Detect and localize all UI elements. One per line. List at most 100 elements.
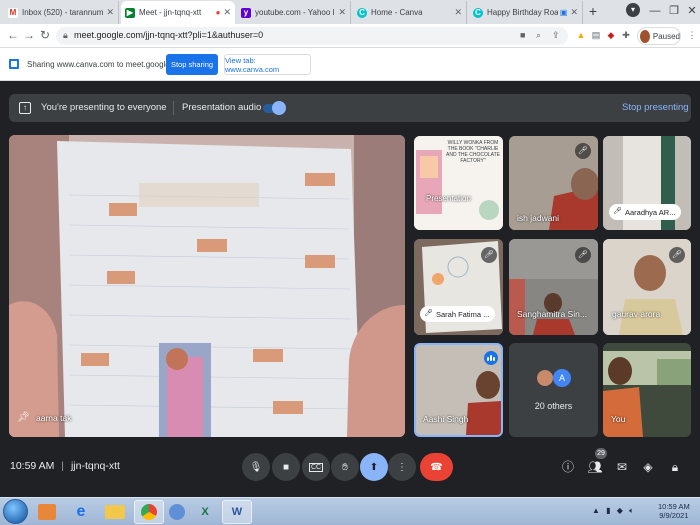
taskbar-word-icon[interactable]: W: [222, 500, 252, 524]
microphone-button[interactable]: 🎙︎: [242, 453, 270, 481]
reload-icon[interactable]: ↻: [38, 28, 52, 42]
stop-sharing-button[interactable]: Stop sharing: [166, 54, 218, 75]
new-tab-button[interactable]: +: [585, 3, 601, 19]
captions-button[interactable]: CC: [302, 453, 330, 481]
tab-search-icon[interactable]: ▾: [626, 3, 640, 17]
camera-icon: ■: [282, 461, 290, 473]
mic-off-icon: 🎤︎: [669, 247, 685, 263]
close-icon[interactable]: ✕: [106, 7, 114, 18]
separator: |: [61, 460, 65, 472]
tab-yahoo[interactable]: y youtube.com - Yahoo India Se ✕: [237, 1, 351, 24]
close-icon[interactable]: ✕: [223, 7, 231, 18]
tile-presentation[interactable]: WILLY WONKA FROM THE BOOK "CHARLIE AND T…: [414, 136, 503, 230]
taskbar-media-player-icon[interactable]: [32, 500, 62, 524]
divider: [173, 101, 174, 115]
participant-name: You: [611, 414, 626, 424]
participant-name: gaurav arora: [612, 309, 661, 319]
minimize-icon[interactable]: —: [645, 2, 665, 20]
avatar: [640, 29, 650, 43]
participant-name: Aashi Singh: [423, 414, 469, 424]
present-button[interactable]: ⬆: [360, 453, 388, 481]
taskbar-clock[interactable]: 10:59 AM 9/9/2021: [658, 502, 690, 520]
tile-gaurav-arora[interactable]: 🎤︎ gaurav arora: [603, 239, 691, 335]
forward-icon[interactable]: →: [22, 28, 36, 42]
host-controls-icon[interactable]: 🔒︎: [667, 459, 683, 475]
taskbar-chrome-alt-icon[interactable]: [162, 500, 192, 524]
hand-icon: ✋︎: [342, 461, 348, 473]
tab-title: Inbox (520) - tarannum@thei: [22, 8, 104, 17]
sharing-indicator-icon: ▣: [559, 8, 568, 17]
mic-off-icon: 🎤︎: [575, 247, 591, 263]
others-count: 20 others: [534, 401, 573, 411]
share-icon[interactable]: ⇪: [552, 30, 560, 41]
close-icon[interactable]: ✕: [338, 7, 346, 18]
pin-icon[interactable]: 📌︎: [17, 412, 30, 423]
tile-ish-jadwani[interactable]: 🎤︎ ish jadwani: [509, 136, 598, 230]
close-window-icon[interactable]: ✕: [682, 2, 700, 20]
tab-title: Home - Canva: [371, 8, 423, 17]
participant-name: Aaradhya AR...: [625, 207, 676, 217]
raise-hand-button[interactable]: ✋︎: [331, 453, 359, 481]
mic-icon: 🎤︎: [424, 310, 433, 317]
more-icon: ⋮: [397, 461, 407, 473]
participant-chip: 🎤︎ Aaradhya AR...: [609, 204, 682, 220]
tile-you[interactable]: You: [603, 343, 691, 437]
extension-icon[interactable]: ▤: [590, 29, 602, 41]
tile-sarah-fatima[interactable]: 🎤︎ 🎤︎ Sarah Fatima ...: [414, 239, 503, 335]
stop-presenting-button[interactable]: Stop presenting: [622, 102, 689, 113]
tile-aashi-singh[interactable]: Aashi Singh: [414, 343, 503, 437]
zoom-icon[interactable]: ⌕: [536, 30, 541, 41]
screen-share-icon: [9, 59, 19, 69]
leave-call-button[interactable]: ☎︎: [420, 453, 453, 481]
puzzle-icon[interactable]: ✚: [620, 29, 632, 41]
close-icon[interactable]: ✕: [570, 7, 578, 18]
tile-others[interactable]: A 20 others: [509, 343, 598, 437]
close-icon[interactable]: ✕: [454, 7, 462, 18]
activities-icon[interactable]: ◈: [640, 459, 656, 475]
tab-title: youtube.com - Yahoo India Se: [255, 8, 335, 17]
menu-icon[interactable]: ⋮: [686, 29, 698, 41]
profile-status: Paused: [652, 31, 680, 41]
tile-sanghamitra[interactable]: 🎤︎ Sanghamitra Sin...: [509, 239, 598, 335]
main-video-tile[interactable]: 📌︎ aarna tak: [9, 135, 405, 437]
lock-icon: 🔒︎: [63, 30, 68, 40]
tab-meet[interactable]: ▶ Meet - jjn-tqnq-xtt ● ✕: [121, 1, 235, 24]
profile-button[interactable]: Paused: [637, 27, 681, 45]
windows-taskbar: e X W ▲ ▮ ◆ 🔈︎: [0, 497, 700, 525]
slide-text: WILLY WONKA FROM THE BOOK "CHARLIE AND T…: [446, 140, 500, 164]
recording-dot-icon: ●: [215, 8, 221, 17]
view-tab-button[interactable]: View tab: www.canva.com: [224, 54, 311, 75]
canva-icon: C: [473, 7, 483, 18]
tab-title: Happy Birthday Roald Dal: [487, 8, 558, 17]
microphone-icon: 🎙︎: [249, 461, 263, 473]
taskbar-ie-icon[interactable]: e: [66, 500, 96, 524]
extension-icon[interactable]: ◆: [605, 29, 617, 41]
start-button[interactable]: [3, 499, 28, 524]
back-icon[interactable]: ←: [6, 28, 20, 42]
chat-icon[interactable]: ✉︎: [614, 459, 630, 475]
video-frame: [9, 135, 405, 437]
people-icon[interactable]: 👥︎: [587, 459, 603, 475]
taskbar-excel-icon[interactable]: X: [190, 500, 220, 524]
participant-name: Presentation: [426, 194, 471, 203]
participant-name: Sanghamitra Sin...: [517, 309, 587, 319]
restore-icon[interactable]: ❐: [664, 2, 684, 20]
meeting-details-icon[interactable]: ⓘ: [560, 459, 576, 475]
tab-gmail[interactable]: M Inbox (520) - tarannum@thei ✕: [4, 1, 119, 24]
taskbar-explorer-icon[interactable]: [100, 500, 130, 524]
participant-chip: 🎤︎ Sarah Fatima ...: [420, 306, 496, 322]
taskbar-chrome-icon[interactable]: [134, 500, 164, 524]
url-field[interactable]: 🔒︎ meet.google.com/jjn-tqnq-xtt?pli=1&au…: [56, 27, 568, 45]
extension-icon[interactable]: ▲: [575, 29, 587, 41]
tab-canva-home[interactable]: C Home - Canva ✕: [353, 1, 467, 24]
camera-icon[interactable]: ■: [520, 30, 525, 40]
more-options-button[interactable]: ⋮: [388, 453, 416, 481]
toggle-knob: [272, 101, 286, 115]
captions-icon: CC: [308, 462, 324, 472]
avatar: [536, 369, 554, 387]
camera-button[interactable]: ■: [272, 453, 300, 481]
tab-canva-birthday[interactable]: C Happy Birthday Roald Dal ▣ ✕: [469, 1, 583, 24]
tile-aaradhya[interactable]: 🎤︎ Aaradhya AR...: [603, 136, 691, 230]
presentation-audio-toggle[interactable]: [263, 101, 286, 115]
presenting-text: You're presenting to everyone: [41, 102, 167, 113]
